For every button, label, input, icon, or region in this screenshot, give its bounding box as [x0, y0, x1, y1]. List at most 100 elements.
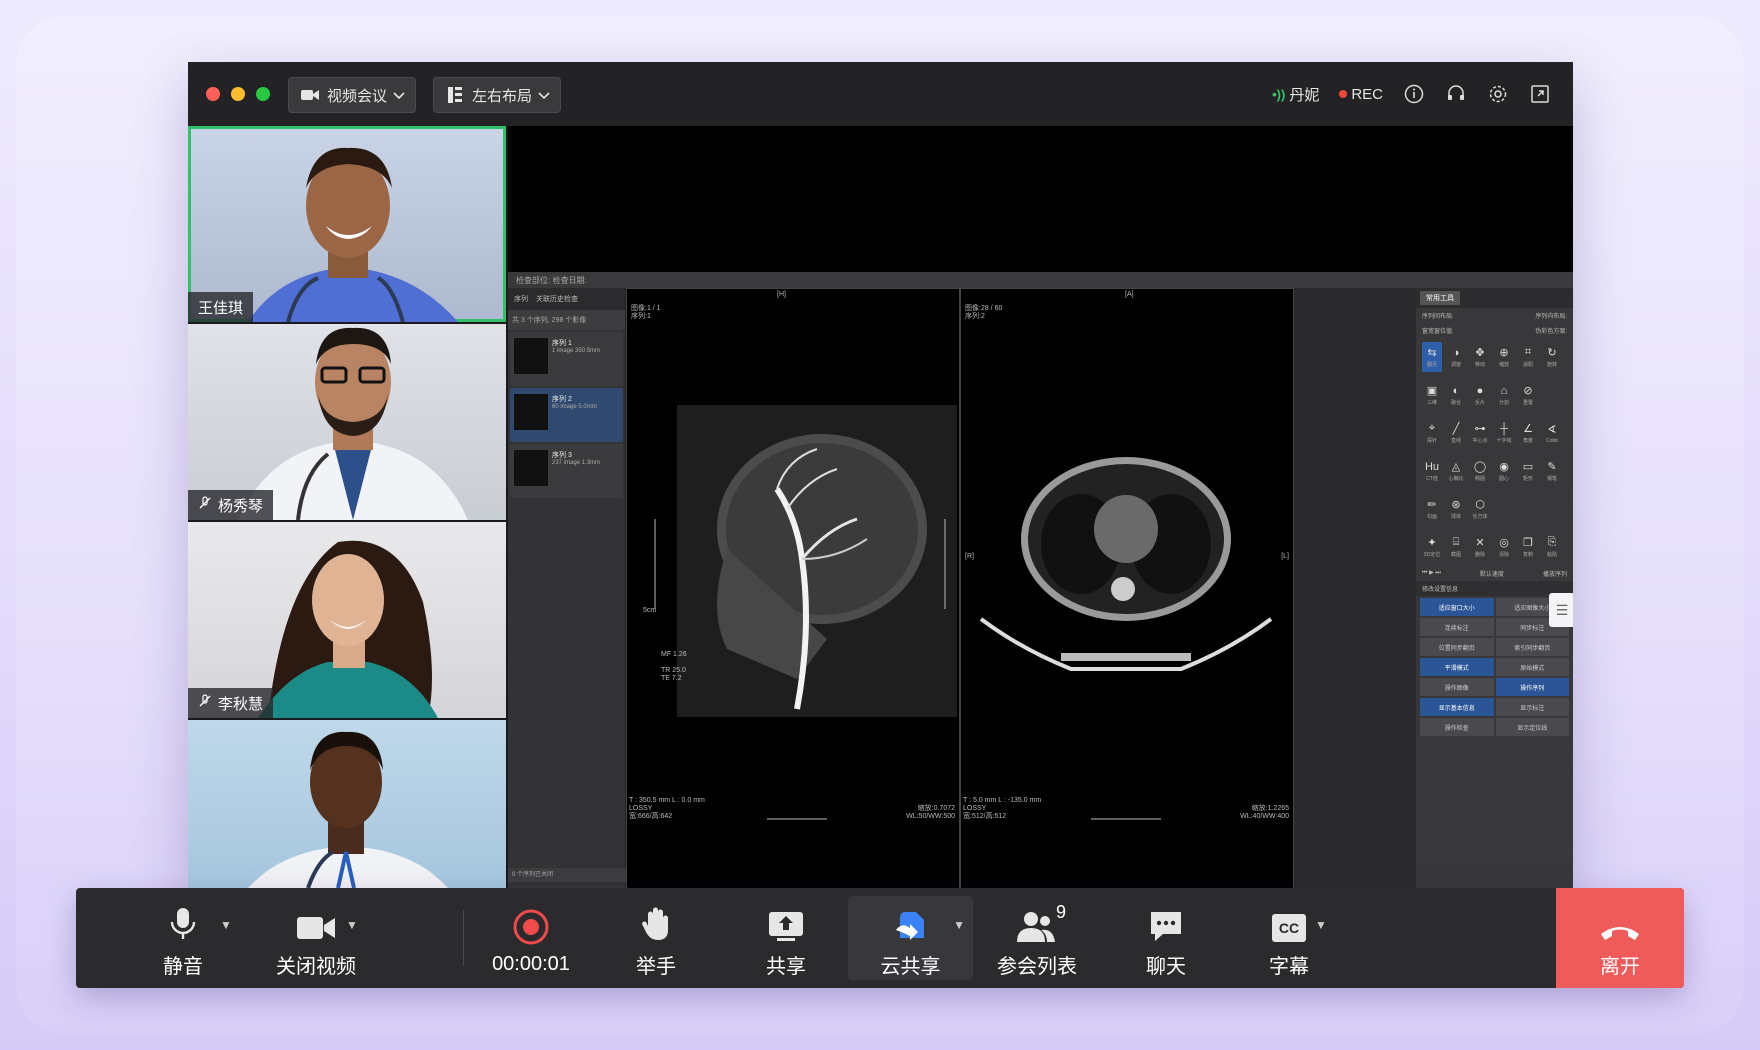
tool-button[interactable]: ⌸ 截图 — [1446, 532, 1466, 562]
play-controls-icon[interactable]: ⏮ ▶ ⏭ — [1422, 569, 1441, 578]
option-button[interactable]: 原始模式 — [1495, 658, 1569, 676]
option-button[interactable]: 显示定位线 — [1495, 718, 1569, 736]
cloud-share-button[interactable]: 云共享 ▼ — [848, 896, 973, 980]
tool-button[interactable]: ⬡ 长方体 — [1470, 494, 1490, 524]
tool-button[interactable]: ● 反片 — [1470, 380, 1490, 410]
option-button[interactable]: 连续标注 — [1420, 618, 1494, 636]
tool-button[interactable]: ⌖ 探针 — [1422, 418, 1442, 448]
tool-button[interactable]: ✥ 移动 — [1470, 342, 1490, 372]
tool-button[interactable]: ⌗ 适配 — [1518, 342, 1538, 372]
tool-button[interactable]: ⊛ 球体 — [1446, 494, 1466, 524]
image-pane-left[interactable]: [H] 图像:1 / 1 序列:1 5cm MF 1.26 TR 25.0 TE… — [626, 288, 960, 888]
recording-indicator[interactable]: REC — [1339, 86, 1383, 103]
raise-hand-button[interactable]: 举手 — [616, 888, 696, 988]
tool-icon: Hu — [1424, 460, 1440, 473]
share-button[interactable]: 共享 — [746, 888, 826, 988]
participant-tile[interactable]: 王佳琪 — [188, 126, 506, 322]
window-level: 缩放:0.7072 WL:50/WW:500 — [906, 805, 955, 820]
exit-fullscreen-icon[interactable] — [1529, 83, 1551, 105]
maximize-window-button[interactable] — [256, 87, 270, 101]
mute-button[interactable]: 静音 — [148, 888, 218, 988]
tool-button[interactable]: ✕ 删除 — [1470, 532, 1490, 562]
tool-button[interactable]: ✎ 钢笔 — [1542, 456, 1562, 486]
tool-icon: ▭ — [1522, 461, 1534, 473]
option-button[interactable]: 索引同步翻页 — [1495, 638, 1569, 656]
tool-button[interactable]: ✏ 勾画 — [1422, 494, 1442, 524]
tool-button[interactable]: ✦ 3D定位 — [1422, 532, 1442, 562]
caret-down-icon: ▼ — [1315, 918, 1327, 932]
options-header-label: 修改设置信息 — [1422, 587, 1459, 593]
layout-mode-dropdown[interactable]: 左右布局 — [433, 77, 562, 113]
image-pane-right[interactable]: [A] 图像:28 / 60 序列:2 [R] [L] T : 5.0 mm L… — [960, 288, 1294, 888]
leave-button[interactable]: 离开 — [1556, 888, 1684, 988]
tool-button[interactable]: ⊘ 重置 — [1518, 380, 1538, 410]
playback-speed-dropdown[interactable]: 默认速度 — [1480, 569, 1504, 578]
video-camera-icon — [297, 898, 335, 942]
tool-button[interactable]: ◎ 清除 — [1494, 532, 1514, 562]
tool-label: 移动 — [1474, 362, 1485, 368]
option-button[interactable]: 操作检查 — [1420, 718, 1494, 736]
tool-button[interactable]: ⊶ 中心点 — [1470, 418, 1490, 448]
mute-options-caret[interactable]: ▼ — [216, 888, 236, 988]
window-level-dropdown[interactable]: 窗宽窗位值: — [1422, 326, 1454, 335]
recording-button[interactable]: 00:00:01 — [476, 888, 586, 988]
tool-icon: ⌖ — [1428, 422, 1436, 434]
meeting-mode-dropdown[interactable]: 视频会议 — [288, 77, 417, 113]
series-layout-dropdown[interactable]: 序列间布局: — [1422, 311, 1454, 320]
tool-button[interactable]: ┼ 十字线 — [1494, 418, 1514, 448]
option-button[interactable]: 操作图像 — [1420, 678, 1494, 696]
minimize-window-button[interactable] — [231, 87, 245, 101]
tab-series[interactable]: 序列 — [514, 294, 528, 304]
list-icon[interactable]: ☰ — [1549, 593, 1573, 627]
playback-mode-dropdown[interactable]: 播放序列 — [1543, 569, 1567, 578]
tool-label: 3D定位 — [1423, 552, 1441, 558]
video-options-caret[interactable]: ▼ — [342, 888, 362, 988]
participant-tile[interactable]: 李秋慧 — [188, 522, 506, 718]
tool-button[interactable]: ▭ 矩形 — [1518, 456, 1538, 486]
shared-screen[interactable]: 检查部位: 检查日期: 序列 关联历史检查 共 3 个序列, 298 个影像 序… — [508, 126, 1573, 888]
image-layout-dropdown[interactable]: 序列内布局: — [1535, 311, 1567, 320]
option-button[interactable]: 适应窗口大小 — [1420, 598, 1494, 616]
tool-label: 翻页 — [1426, 362, 1437, 368]
tool-button[interactable]: ⇆ 翻页 — [1422, 342, 1442, 372]
series-item[interactable]: 序列 3 237 image 1.3mm — [510, 444, 623, 498]
captions-options-caret[interactable]: ▼ — [1311, 888, 1331, 988]
option-button[interactable]: 显示标注 — [1495, 698, 1569, 716]
participant-video — [248, 731, 448, 888]
participants-button[interactable]: 参会列表 9 — [992, 888, 1082, 988]
tool-button[interactable]: ▣ 三维 — [1422, 380, 1442, 410]
info-icon[interactable] — [1403, 83, 1425, 105]
tab-history[interactable]: 关联历史检查 — [536, 294, 578, 304]
tool-button[interactable]: ⌂ 分割 — [1494, 380, 1514, 410]
option-button[interactable]: 显示基本信息 — [1420, 698, 1494, 716]
tab-common-tools[interactable]: 常用工具 — [1420, 291, 1460, 305]
participant-tile[interactable] — [188, 720, 506, 888]
tool-button[interactable]: ⎘ 粘贴 — [1542, 532, 1562, 562]
tool-button[interactable]: ◐ 融合 — [1446, 380, 1466, 410]
support-headset-icon[interactable] — [1445, 83, 1467, 105]
tool-label: Cobb — [1546, 437, 1558, 444]
tool-button[interactable]: ∢ Cobb — [1542, 418, 1562, 448]
option-button[interactable]: 平滑模式 — [1420, 658, 1494, 676]
tool-button[interactable]: ◉ 圆心 — [1494, 456, 1514, 486]
tool-button[interactable]: ⊕ 缩放 — [1494, 342, 1514, 372]
option-button[interactable]: 位置同步翻页 — [1420, 638, 1494, 656]
series-item[interactable]: 序列 2 60 image 5.0mm — [510, 388, 623, 442]
pseudocolor-dropdown[interactable]: 伪彩色方案: — [1535, 326, 1567, 335]
series-item[interactable]: 序列 1 1 image 350.5mm — [510, 332, 623, 386]
tool-button[interactable]: ╱ 直线 — [1446, 418, 1466, 448]
orientation-label: [A] — [1125, 291, 1134, 298]
tool-button[interactable]: ◯ 椭圆 — [1470, 456, 1490, 486]
participant-tile[interactable]: 杨秀琴 — [188, 324, 506, 520]
tool-label: 长方体 — [1472, 514, 1488, 520]
tool-button[interactable]: ∠ 角度 — [1518, 418, 1538, 448]
tool-button[interactable]: ↻ 旋转 — [1542, 342, 1562, 372]
chat-button[interactable]: 聊天 — [1126, 888, 1206, 988]
tool-button[interactable]: ◑ 调窗 — [1446, 342, 1466, 372]
tool-button[interactable]: ❐ 复制 — [1518, 532, 1538, 562]
tool-button[interactable]: Hu CT值 — [1422, 456, 1442, 486]
close-window-button[interactable] — [206, 87, 220, 101]
tool-button[interactable]: ◬ 心胸比 — [1446, 456, 1466, 486]
option-button[interactable]: 操作序列 — [1495, 678, 1569, 696]
settings-gear-icon[interactable] — [1487, 83, 1509, 105]
